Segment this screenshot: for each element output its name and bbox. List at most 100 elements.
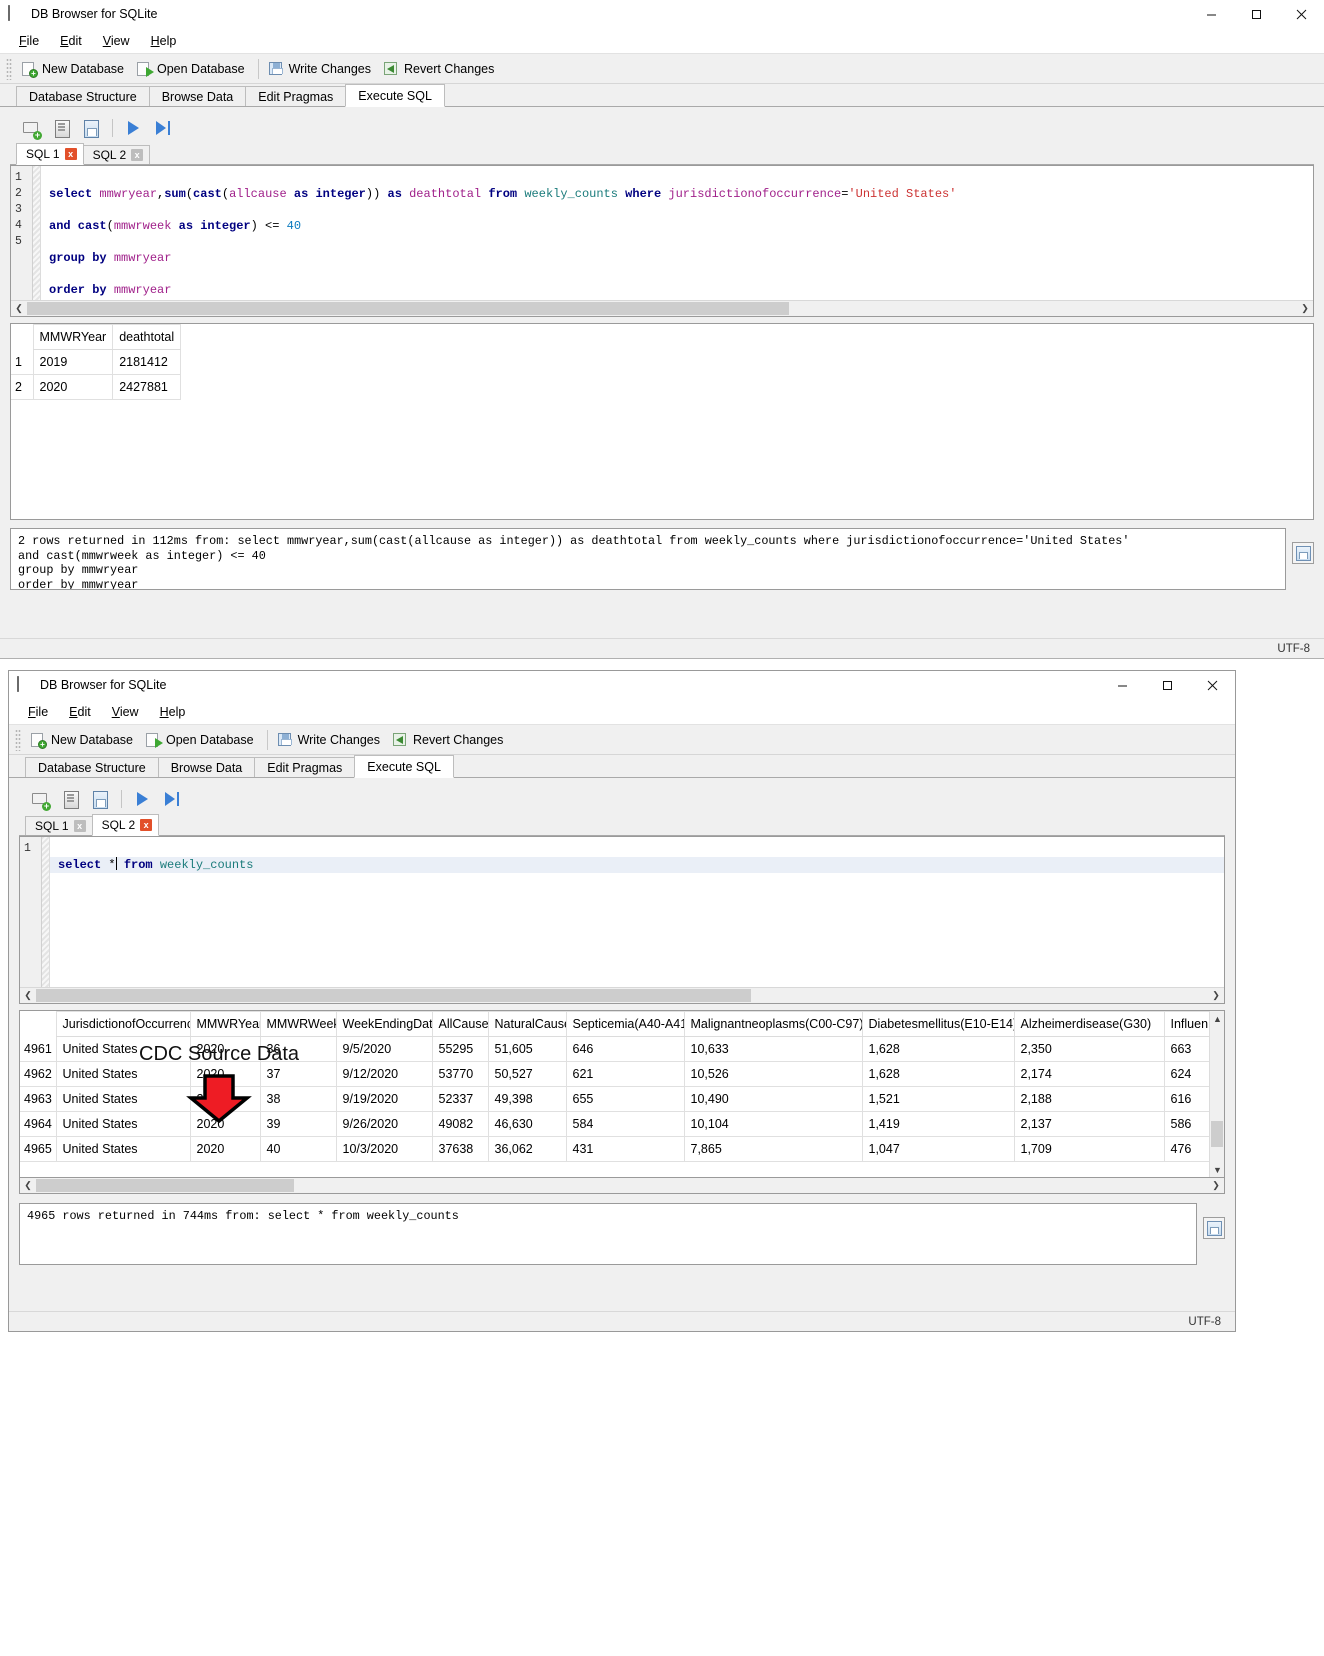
cell-septicemia[interactable]: 431 [565, 1136, 685, 1162]
cell-alzheimerdisease[interactable]: 1,709 [1013, 1136, 1165, 1162]
hscroll-track-results-2[interactable] [36, 1178, 1208, 1193]
open-database-button[interactable]: Open Database [141, 727, 262, 752]
cell-jurisdiction[interactable]: United States [55, 1136, 191, 1162]
row-number[interactable]: 4963 [20, 1086, 57, 1112]
hscroll-thumb-results-2[interactable] [36, 1179, 294, 1192]
table-row[interactable]: 4963 United States 2020 38 9/19/2020 523… [20, 1086, 1224, 1112]
save-sql-file-icon[interactable] [91, 789, 111, 809]
cell-septicemia[interactable]: 584 [565, 1111, 685, 1137]
cell-naturalcause[interactable]: 50,527 [487, 1061, 567, 1087]
save-results-icon-1[interactable] [1292, 542, 1314, 564]
cell-mmwrweek[interactable]: 40 [259, 1136, 337, 1162]
maximize-button[interactable] [1145, 671, 1190, 700]
column-header-mmwryear[interactable]: MMWRYear [32, 324, 114, 350]
open-sql-file-icon[interactable] [52, 118, 72, 138]
execute-current-line-icon[interactable] [162, 789, 182, 809]
cell-weekendingdate[interactable]: 9/12/2020 [335, 1061, 433, 1087]
cell-jurisdiction[interactable]: United States [55, 1086, 191, 1112]
minimize-button[interactable] [1100, 671, 1145, 700]
sql-editor-1[interactable]: 1 2 3 4 5 select mmwryear,sum(cast(allca… [10, 165, 1314, 317]
cell-deathtotal[interactable]: 2427881 [112, 374, 182, 400]
save-results-icon-2[interactable] [1203, 1217, 1225, 1239]
cell-weekendingdate[interactable]: 10/3/2020 [335, 1136, 433, 1162]
revert-changes-button[interactable]: Revert Changes [379, 56, 502, 81]
cell-mmwrweek[interactable]: 39 [259, 1111, 337, 1137]
message-log-2[interactable]: 4965 rows returned in 744ms from: select… [19, 1203, 1197, 1265]
cell-malignantneoplasms[interactable]: 10,104 [683, 1111, 863, 1137]
column-header-mmwryear[interactable]: MMWRYear [189, 1011, 261, 1037]
hscroll-thumb-1[interactable] [27, 302, 789, 315]
sql-tab-sql1-close-icon[interactable]: x [64, 148, 77, 160]
editor-hscrollbar-1[interactable]: ❮ ❯ [11, 300, 1313, 316]
column-header-septicemia[interactable]: Septicemia(A40-A41) [565, 1011, 685, 1037]
scroll-right-icon[interactable]: ❯ [1297, 301, 1313, 316]
tab-browse-data[interactable]: Browse Data [157, 757, 256, 778]
tab-edit-pragmas[interactable]: Edit Pragmas [254, 757, 356, 778]
open-sql-tab-icon[interactable] [31, 789, 51, 811]
column-header-mmwrweek[interactable]: MMWRWeek [259, 1011, 337, 1037]
column-header-naturalcause[interactable]: NaturalCause [487, 1011, 567, 1037]
menu-file[interactable]: File [9, 31, 50, 51]
results-grid-2[interactable]: JurisdictionofOccurrence MMWRYear MMWRWe… [19, 1010, 1225, 1178]
menu-edit[interactable]: Edit [50, 31, 93, 51]
maximize-button[interactable] [1234, 0, 1279, 29]
table-row[interactable]: 4965 United States 2020 40 10/3/2020 376… [20, 1136, 1224, 1162]
menu-view[interactable]: View [93, 31, 141, 51]
cell-alzheimerdisease[interactable]: 2,350 [1013, 1036, 1165, 1062]
cell-mmwrweek[interactable]: 38 [259, 1086, 337, 1112]
cell-allcause[interactable]: 49082 [431, 1111, 489, 1137]
scroll-left-icon[interactable]: ❮ [20, 988, 36, 1003]
scroll-right-icon[interactable]: ❯ [1208, 988, 1224, 1003]
row-number[interactable]: 2 [11, 374, 34, 400]
tab-edit-pragmas[interactable]: Edit Pragmas [245, 86, 347, 107]
close-button[interactable] [1279, 0, 1324, 29]
row-number[interactable]: 1 [11, 349, 34, 375]
cell-mmwryear[interactable]: 2020 [189, 1061, 261, 1087]
sql-tab-sql1[interactable]: SQL 1 x [16, 143, 84, 165]
cell-jurisdiction[interactable]: United States [55, 1111, 191, 1137]
row-number[interactable]: 4961 [20, 1036, 57, 1062]
execute-all-icon[interactable] [123, 118, 143, 138]
cell-allcause[interactable]: 52337 [431, 1086, 489, 1112]
results-vscrollbar-2[interactable]: ▲ ▼ [1209, 1011, 1224, 1177]
cell-naturalcause[interactable]: 51,605 [487, 1036, 567, 1062]
vscroll-thumb-2[interactable] [1211, 1121, 1223, 1147]
cell-allcause[interactable]: 55295 [431, 1036, 489, 1062]
cell-weekendingdate[interactable]: 9/26/2020 [335, 1111, 433, 1137]
cell-malignantneoplasms[interactable]: 10,633 [683, 1036, 863, 1062]
column-header-alzheimerdisease[interactable]: Alzheimerdisease(G30) [1013, 1011, 1165, 1037]
table-row[interactable]: 1 2019 2181412 [11, 349, 182, 375]
scroll-left-icon[interactable]: ❮ [11, 301, 27, 316]
open-sql-file-icon[interactable] [61, 789, 81, 809]
cell-septicemia[interactable]: 646 [565, 1036, 685, 1062]
row-number[interactable]: 4962 [20, 1061, 57, 1087]
cell-diabetesmellitus[interactable]: 1,419 [861, 1111, 1015, 1137]
new-database-button[interactable]: + New Database [17, 56, 132, 81]
execute-all-icon[interactable] [132, 789, 152, 809]
table-row[interactable]: 2 2020 2427881 [11, 374, 182, 400]
cell-deathtotal[interactable]: 2181412 [112, 349, 182, 375]
new-database-button[interactable]: + New Database [26, 727, 141, 752]
cell-jurisdiction[interactable]: United States [55, 1036, 191, 1062]
write-changes-button[interactable]: Write Changes [273, 727, 388, 752]
scroll-down-icon[interactable]: ▼ [1210, 1162, 1224, 1177]
cell-weekendingdate[interactable]: 9/19/2020 [335, 1086, 433, 1112]
sql-tab-sql2[interactable]: SQL 2 x [91, 814, 160, 836]
cell-mmwryear[interactable]: 2020 [189, 1111, 261, 1137]
cell-weekendingdate[interactable]: 9/5/2020 [335, 1036, 433, 1062]
sql-tab-sql2[interactable]: SQL 2 x [82, 145, 151, 165]
hscroll-thumb-2[interactable] [36, 989, 751, 1002]
cell-alzheimerdisease[interactable]: 2,174 [1013, 1061, 1165, 1087]
cell-alzheimerdisease[interactable]: 2,137 [1013, 1111, 1165, 1137]
execute-current-line-icon[interactable] [153, 118, 173, 138]
tab-database-structure[interactable]: Database Structure [16, 86, 150, 107]
cell-jurisdiction[interactable]: United States [55, 1061, 191, 1087]
sql-code-2[interactable]: select * from weekly_counts [50, 837, 1224, 987]
cell-mmwrweek[interactable]: 36 [259, 1036, 337, 1062]
hscroll-track-2[interactable] [36, 988, 1208, 1003]
editor-hscrollbar-2[interactable]: ❮ ❯ [20, 987, 1224, 1003]
column-header-deathtotal[interactable]: deathtotal [112, 324, 182, 350]
scroll-left-icon[interactable]: ❮ [20, 1178, 36, 1193]
toolbar-grip[interactable] [15, 728, 21, 751]
tab-database-structure[interactable]: Database Structure [25, 757, 159, 778]
